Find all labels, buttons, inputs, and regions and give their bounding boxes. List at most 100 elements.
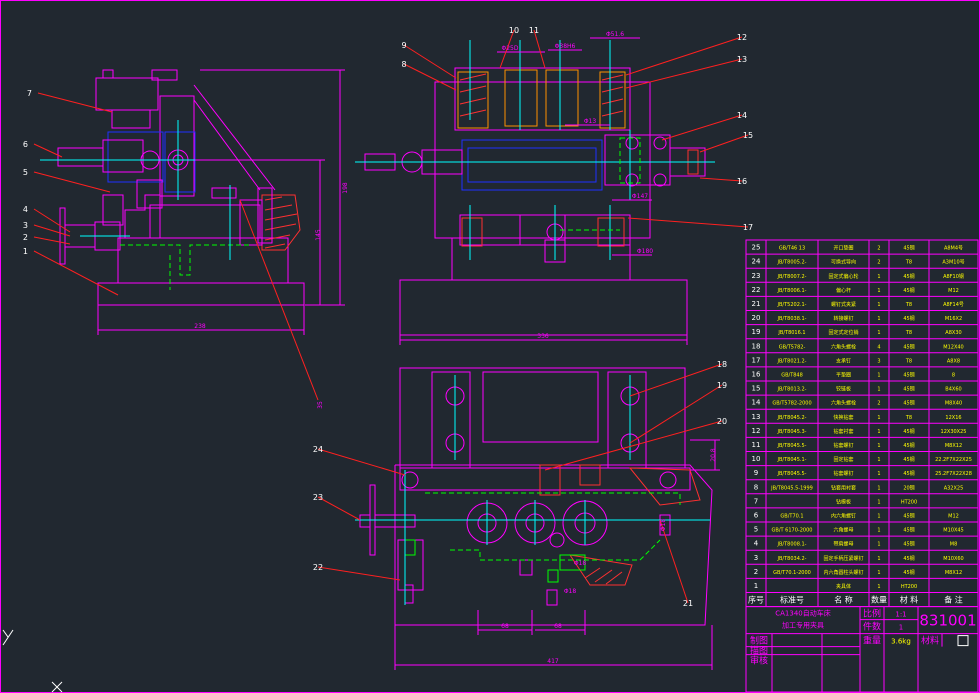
table-cell-note: M8X12 [945,570,962,576]
leader-line [627,217,749,228]
table-cell-qty: 1 [877,528,880,534]
table-row: 14 GB/T5782-2000 六角头螺栓 2 45钢 M8X40 [752,399,963,407]
table-cell-note: 12X30X25 [941,429,967,435]
table-cell-mat: HT200 [901,584,917,590]
table-header-name: 名 称 [834,594,853,604]
table-cell-std: GB/T5782- [779,344,806,350]
cursor-marker [957,635,969,647]
table-cell-no: 10 [752,455,761,463]
leader-line [239,199,319,401]
table-cell-note: A8X8 [947,358,960,364]
table-cell-mat: 45钢 [903,456,914,463]
table-cell-std: JB/T8034.2- [777,556,807,562]
callout-label: 21 [683,599,693,608]
dimension-text: 145 [315,229,322,241]
leader-line [37,92,113,113]
dimension-text: 238 [194,323,206,330]
callout-label: 7 [27,89,32,98]
callout-label: 1 [23,247,28,256]
table-cell-name: 内六角圆柱头螺钉 [823,569,863,576]
leader-line [33,250,119,296]
table-cell-no: 22 [752,286,761,294]
table-cell-no: 14 [752,399,761,407]
weight-label: 重量 [863,635,881,647]
callout-label: 18 [717,360,727,369]
table-cell-mat: 45钢 [903,428,914,435]
table-cell-qty: 1 [877,584,880,590]
table-cell-qty: 1 [877,330,880,336]
table-cell-qty: 1 [877,415,880,421]
table-cell-no: 20 [752,314,761,322]
count-label: 件数 [863,621,881,633]
table-row: 12 JB/T8045.3- 钻套衬套 1 45钢 12X30X25 [752,427,967,435]
leader-line [533,29,546,69]
table-row: 20 JB/T8038.1- 转接螺钉 1 45钢 M16X2 [752,314,963,322]
table-cell-no: 11 [752,441,761,449]
table-cell-std: GB/T70.1 [780,513,803,519]
table-row: 8 JB/T8045.5-1999 钻套用衬套 1 20钢 A32X25 [754,483,964,491]
table-cell-no: 9 [754,469,758,477]
table-cell-note: M12 [948,288,959,294]
table-cell-name: 开口垫圈 [833,245,853,252]
leader-lines [33,29,749,604]
count-value: 1 [899,624,903,632]
table-cell-std: JB/T5202.1- [777,302,807,308]
fixture-assembly-drawing: 76543219810 1112131415161718192024232221 … [0,0,980,693]
cad-drawing-canvas[interactable]: 7 6 5 4 3 2 1 9 8 10 11 12 13 14 15 16 17 18 19 20 24 23 22 21 … [0,0,980,693]
table-cell-std: JB/T8045.1- [777,457,807,463]
callout-label: 15 [743,131,753,140]
table-header-row: 序号 标准号 名 称 数量 材 料 备 注 [748,594,963,604]
table-cell-qty: 1 [877,316,880,322]
draw-label: 制图 [750,635,768,647]
table-row: 23 JB/T8007.2- 固定式偏心轮 1 45钢 A8F10钢 [752,272,964,280]
table-cell-name: 六角头螺栓 [831,343,856,350]
table-cell-name: 固定钻套 [833,456,853,463]
table-cell-name: 螺钉式夹紧 [831,301,856,308]
table-cell-qty: 1 [877,274,880,280]
leader-line [403,44,457,79]
leader-line [699,134,749,153]
callout-label: 8 [401,60,406,69]
table-cell-mat: 45钢 [903,541,914,548]
table-cell-note: M12 [948,513,959,519]
callout-label: 14 [737,111,747,120]
dimension-text: Φ13 [584,118,597,125]
table-cell-note: A8X30 [945,330,961,336]
table-row: 15 JB/T8013.2- 铰链板 1 45钢 B4X60 [752,385,962,393]
table-row: 13 JB/T8045.2- 快换钻套 1 T8 12X16 [752,413,962,421]
table-cell-std: JB/T8006.1- [777,288,807,294]
table-cell-no: 13 [752,413,761,421]
table-cell-mat: 45钢 [903,442,914,449]
table-cell-no: 25 [752,244,761,252]
table-cell-mat: 45钢 [903,400,914,407]
table-cell-no: 23 [752,272,761,280]
table-cell-mat: 45钢 [903,315,914,322]
table-cell-no: 12 [752,427,761,435]
table-row: 1 夹具体 1 HT200 [754,582,917,590]
table-row: 19 JB/T8016.1 固定式定位销 1 T8 A8X30 [752,328,962,336]
check-label: 描图 [750,645,768,657]
table-cell-note: 8 [952,372,955,378]
part-name-line2: 加工专用夹具 [782,621,824,630]
table-cell-note: 12X16 [945,415,961,421]
table-cell-no: 6 [754,511,759,519]
callout-label: 6 [23,140,28,149]
table-row: 7 钻模板 1 HT200 [754,497,917,505]
dimension-labels: 2381981453533641768 68Φ25D Φ38H6Φ51.6Φ13Φ1… [194,31,717,665]
table-cell-no: 19 [752,328,761,336]
dimension-text: Φ51.6 [606,31,624,38]
leader-line [625,36,743,76]
table-cell-std: JB/T8013.2- [777,387,807,393]
table-cell-name: 转接螺钉 [833,315,853,322]
leader-line [699,177,743,182]
table-cell-std: JB/T8038.1- [777,316,807,322]
table-cell-no: 2 [754,568,758,576]
dimension-text: Φ147 [632,193,648,200]
table-cell-qty: 1 [877,556,880,562]
table-cell-qty: 1 [877,457,880,463]
table-cell-std: JB/T8021.2- [777,358,807,364]
table-cell-std: GB/T 6170-2000 [772,528,813,534]
table-row: 4 JB/T8008.1- 带肩螺母 1 45钢 M8 [754,540,957,548]
dimension-text: Φ18 [574,560,587,567]
callout-label: 22 [313,563,323,572]
